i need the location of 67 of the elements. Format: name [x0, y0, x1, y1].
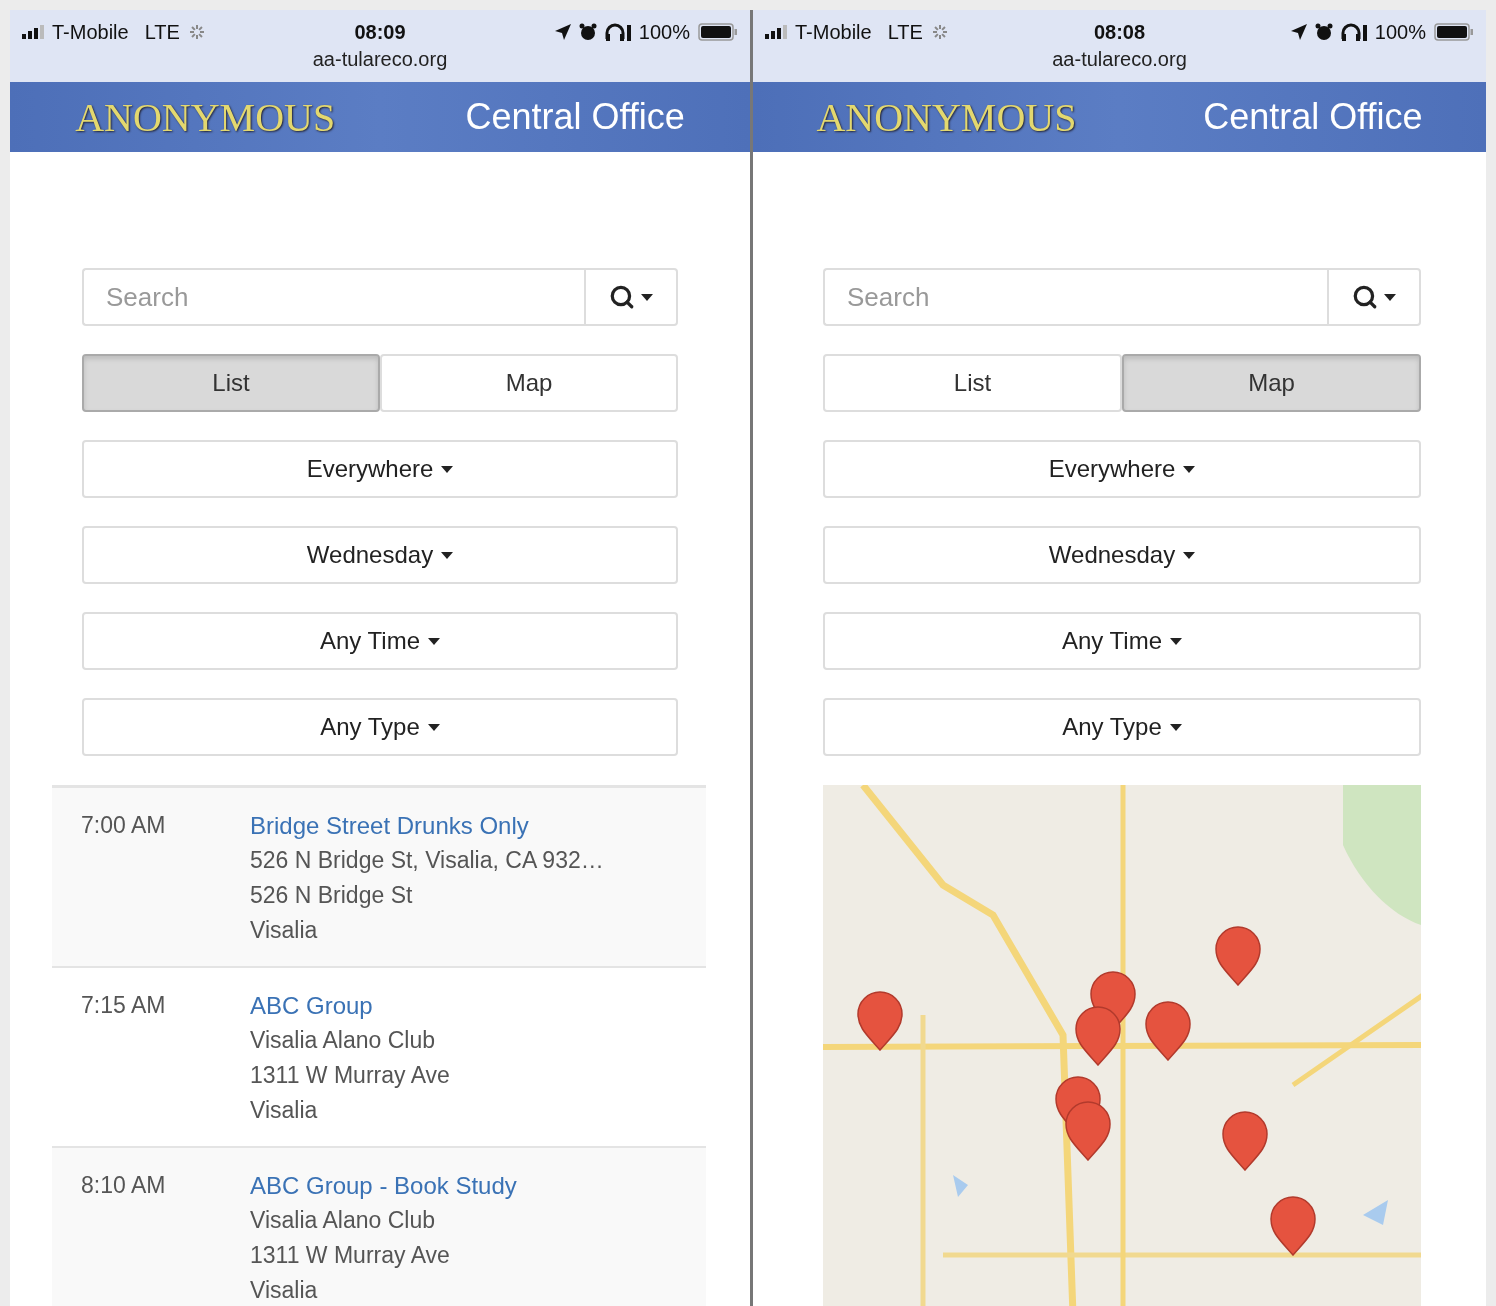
filter-dropdown[interactable]: Any Type — [82, 698, 678, 756]
battery-icon — [698, 23, 738, 41]
meeting-address: Visalia Alano Club — [250, 1206, 436, 1235]
search-button[interactable] — [584, 268, 678, 326]
meeting-time: 7:00 AM — [81, 811, 167, 840]
caret-icon — [1170, 637, 1182, 645]
filter-dropdown[interactable]: Any Type — [823, 698, 1421, 756]
network-type: LTE — [144, 20, 180, 44]
location-icon — [554, 24, 571, 40]
network-type: LTE — [887, 20, 923, 44]
alarm-icon — [1314, 23, 1333, 41]
search-field[interactable]: Search — [82, 268, 584, 326]
loading-icon — [930, 23, 949, 41]
site-title: Central Office — [465, 96, 685, 138]
headphones-icon — [604, 23, 631, 41]
meeting-link[interactable]: Bridge Street Drunks Only — [250, 808, 604, 843]
filter-dropdown[interactable]: Any Time — [82, 612, 678, 670]
search-button[interactable] — [1327, 268, 1421, 326]
search-field[interactable]: Search — [823, 268, 1327, 326]
site-title: Central Office — [1203, 96, 1423, 138]
meeting-address: 1311 W Murray Ave — [250, 1241, 451, 1270]
meeting-time: 7:15 AM — [81, 991, 167, 1020]
alarm-icon — [578, 23, 597, 41]
meeting-address: Visalia — [250, 1096, 319, 1125]
caret-icon — [1169, 723, 1182, 731]
url-text: aa-tulareco.org — [1052, 48, 1187, 71]
signal-icon — [765, 25, 787, 39]
caret-icon — [1384, 293, 1396, 301]
meeting-link[interactable]: ABC Group - Book Study — [250, 1168, 517, 1203]
battery-icon — [1434, 23, 1474, 41]
meeting-address: 1311 W Murray Ave — [250, 1061, 450, 1090]
filter-dropdown[interactable]: Wednesday — [82, 526, 678, 584]
view-tab[interactable]: Map — [380, 354, 678, 412]
caret-icon — [641, 293, 653, 301]
filter-dropdown[interactable]: Everywhere — [823, 440, 1421, 498]
meeting-address: 526 N Bridge St, Visalia, CA 932… — [250, 846, 604, 875]
caret-icon — [441, 551, 454, 559]
meeting-address: Visalia — [250, 916, 319, 945]
headphones-icon — [1340, 23, 1367, 41]
carrier-name: T-Mobile — [52, 20, 129, 44]
url-text: aa-tulareco.org — [312, 48, 448, 71]
meeting-address: 526 N Bridge St — [250, 881, 414, 910]
filter-dropdown[interactable]: Any Time — [823, 612, 1421, 670]
view-tab[interactable]: List — [82, 354, 380, 412]
signal-icon — [22, 25, 44, 39]
search-icon — [609, 284, 635, 310]
search-icon — [1352, 284, 1378, 310]
clock-time: 08:09 — [354, 20, 406, 44]
caret-icon — [427, 723, 440, 731]
caret-icon — [1183, 465, 1196, 473]
loading-icon — [187, 23, 206, 41]
caret-icon — [1183, 551, 1196, 559]
location-icon — [1290, 24, 1307, 40]
caret-icon — [441, 465, 454, 473]
battery-percent: 100% — [1374, 20, 1426, 44]
clock-time: 08:08 — [1093, 20, 1146, 44]
meeting-link[interactable]: ABC Group — [250, 988, 450, 1023]
meeting-address: Visalia — [250, 1276, 319, 1305]
meeting-time: 8:10 AM — [81, 1171, 167, 1200]
carrier-name: T-Mobile — [795, 20, 872, 44]
meeting-address: Visalia Alano Club — [250, 1026, 436, 1055]
filter-dropdown[interactable]: Wednesday — [823, 526, 1421, 584]
filter-dropdown[interactable]: Everywhere — [82, 440, 678, 498]
battery-percent: 100% — [638, 20, 690, 44]
view-tab[interactable]: List — [823, 354, 1122, 412]
view-tab[interactable]: Map — [1122, 354, 1421, 412]
caret-icon — [428, 637, 440, 645]
